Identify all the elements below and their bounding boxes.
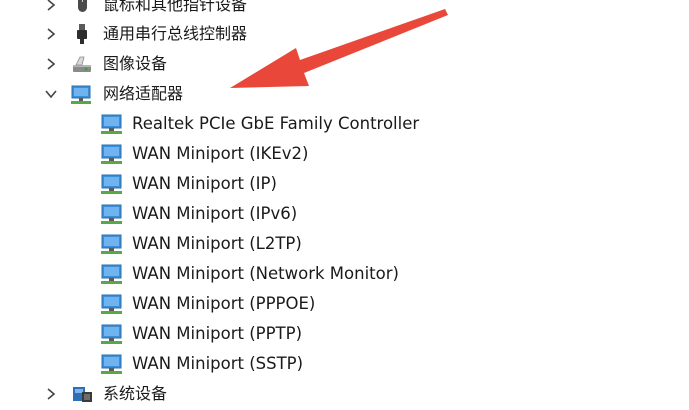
category-imaging-devices[interactable]: 图像设备 <box>0 49 689 79</box>
device-tree: 鼠标和其他指针设备 通用串行总线控制器 图像设备 网络适配器 Realtek P… <box>0 0 689 410</box>
device-label: WAN Miniport (SSTP) <box>132 354 304 373</box>
chevron-right-icon[interactable] <box>44 57 58 71</box>
chevron-right-icon[interactable] <box>44 27 58 41</box>
usb-icon <box>70 23 94 45</box>
category-label: 系统设备 <box>103 384 168 403</box>
device-item[interactable]: WAN Miniport (PPTP) <box>0 319 689 349</box>
category-label: 通用串行总线控制器 <box>103 24 248 43</box>
category-mice[interactable]: 鼠标和其他指针设备 <box>0 0 689 20</box>
category-label: 图像设备 <box>103 54 168 73</box>
category-system-devices[interactable]: 系统设备 <box>0 379 689 409</box>
mouse-icon <box>70 0 94 16</box>
chevron-right-icon[interactable] <box>44 387 58 401</box>
network-adapter-icon <box>99 112 125 136</box>
device-label: WAN Miniport (IKEv2) <box>132 144 309 163</box>
device-item[interactable]: WAN Miniport (IP) <box>0 169 689 199</box>
device-label: WAN Miniport (PPPOE) <box>132 294 316 313</box>
device-label: WAN Miniport (IP) <box>132 174 277 193</box>
network-adapter-icon <box>99 202 125 226</box>
category-usb-controllers[interactable]: 通用串行总线控制器 <box>0 19 689 49</box>
network-adapter-icon <box>99 292 125 316</box>
network-adapter-icon <box>99 262 125 286</box>
device-label: WAN Miniport (L2TP) <box>132 234 302 253</box>
network-adapter-icon <box>99 142 125 166</box>
network-adapter-icon <box>99 232 125 256</box>
category-network-adapters[interactable]: 网络适配器 <box>0 79 689 109</box>
device-item[interactable]: WAN Miniport (L2TP) <box>0 229 689 259</box>
device-item[interactable]: WAN Miniport (IKEv2) <box>0 139 689 169</box>
device-item[interactable]: WAN Miniport (PPPOE) <box>0 289 689 319</box>
category-label: 鼠标和其他指针设备 <box>103 0 248 14</box>
device-item[interactable]: WAN Miniport (Network Monitor) <box>0 259 689 289</box>
device-item[interactable]: WAN Miniport (IPv6) <box>0 199 689 229</box>
category-label: 网络适配器 <box>103 84 184 103</box>
chevron-right-icon[interactable] <box>44 0 58 12</box>
network-adapter-icon <box>99 352 125 376</box>
device-label: WAN Miniport (Network Monitor) <box>132 264 399 283</box>
device-label: WAN Miniport (PPTP) <box>132 324 303 343</box>
network-adapter-icon <box>99 172 125 196</box>
network-adapter-icon <box>99 322 125 346</box>
network-adapter-icon <box>70 83 94 105</box>
chevron-down-icon[interactable] <box>44 87 58 101</box>
camera-icon <box>70 53 94 75</box>
system-device-icon <box>70 383 94 405</box>
device-label: WAN Miniport (IPv6) <box>132 204 298 223</box>
device-item[interactable]: WAN Miniport (SSTP) <box>0 349 689 379</box>
device-item[interactable]: Realtek PCIe GbE Family Controller <box>0 109 689 139</box>
device-label: Realtek PCIe GbE Family Controller <box>132 114 420 133</box>
